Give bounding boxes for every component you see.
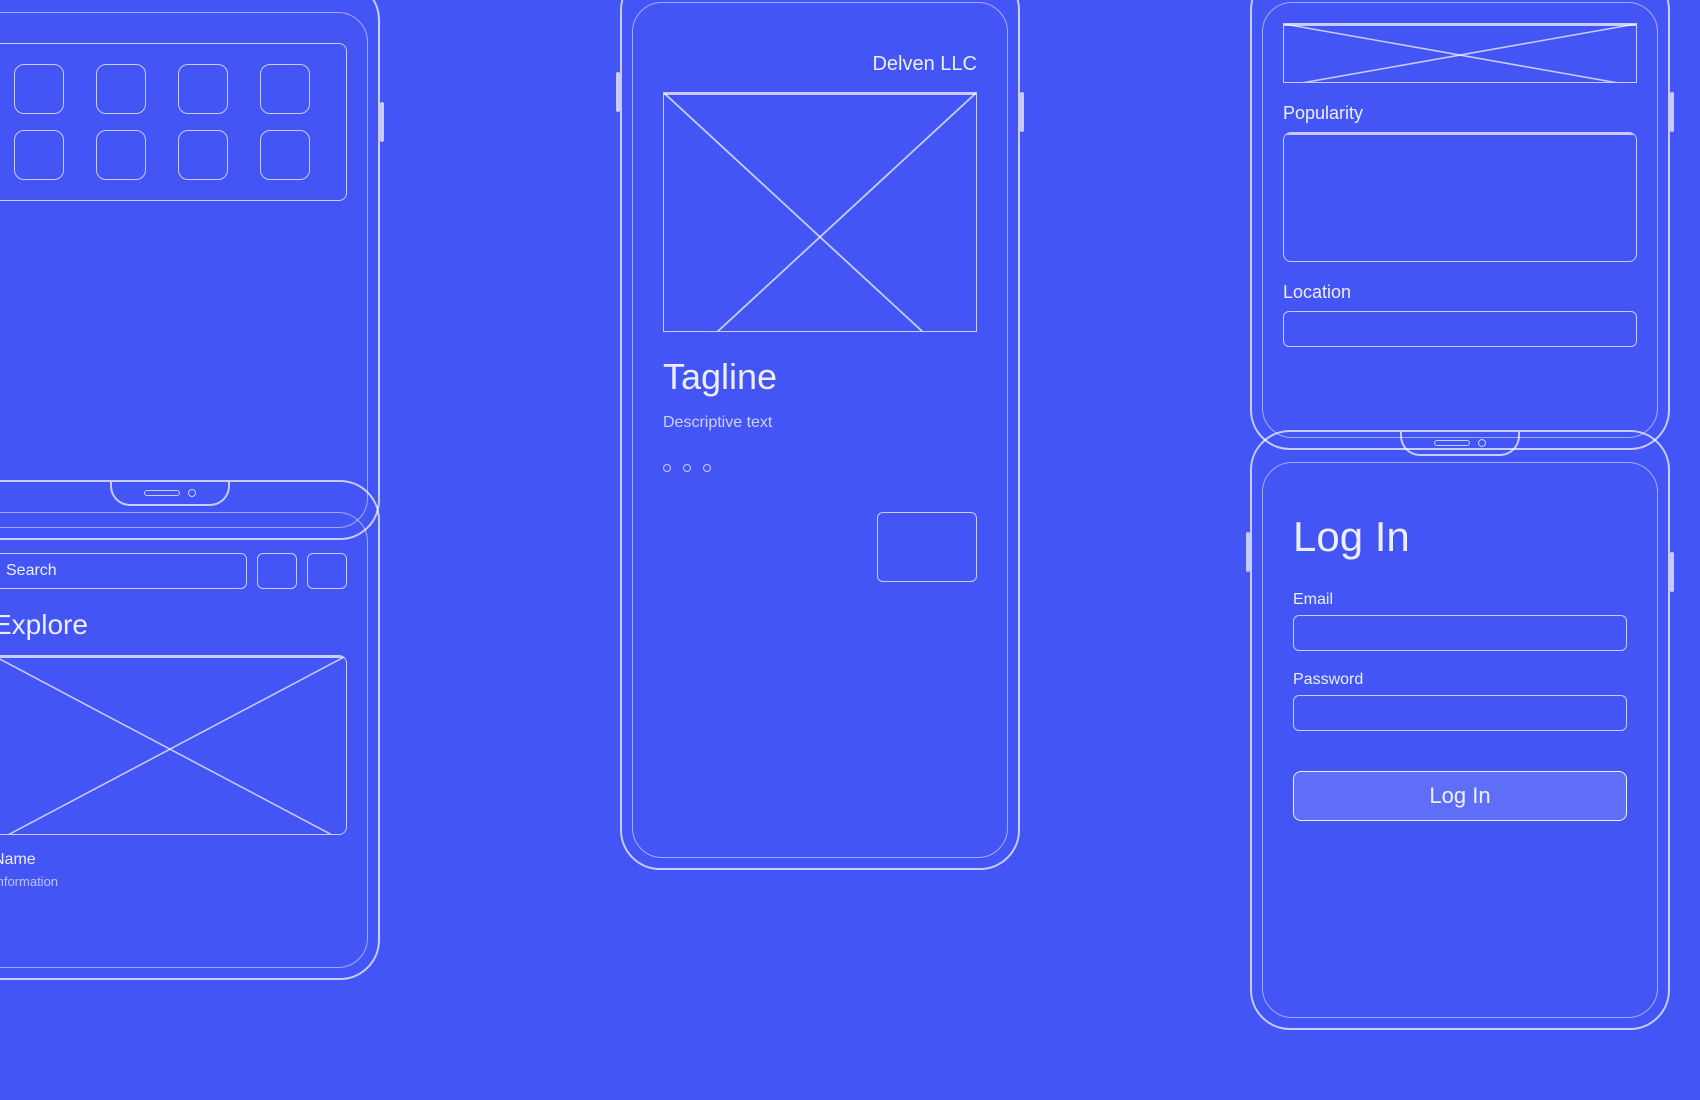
screen-bottomright: Log In Email Password Log In (1262, 462, 1658, 1018)
login-button-label: Log In (1429, 783, 1490, 809)
explore-image-box (0, 655, 347, 835)
phone-notch-bottomleft (110, 482, 230, 506)
filter-button-2[interactable] (307, 553, 347, 589)
item-info-label: Information (0, 874, 58, 889)
search-placeholder: Search (6, 562, 57, 580)
descriptive-text: Descriptive text (663, 414, 772, 431)
side-button-topright (1670, 92, 1674, 132)
search-input[interactable]: Search (0, 553, 247, 589)
email-input[interactable] (1293, 615, 1627, 651)
password-input[interactable] (1293, 695, 1627, 731)
screen-topleft (0, 12, 368, 528)
side-button-right (380, 102, 384, 142)
speaker-bottomright (1434, 440, 1470, 446)
top-bar-box (1283, 23, 1637, 83)
popularity-label: Popularity (1283, 103, 1363, 123)
app-icon[interactable] (14, 130, 64, 180)
app-icon[interactable] (96, 64, 146, 114)
login-title: Log In (1293, 513, 1410, 560)
screen-center: Delven LLC Tagline Descriptive text (632, 2, 1008, 858)
camera-bottomleft (188, 489, 196, 497)
top-bar-x (1284, 24, 1636, 83)
app-icon[interactable] (178, 64, 228, 114)
explore-label: Explore (0, 609, 88, 640)
speaker-bottomleft (144, 490, 180, 496)
login-button[interactable]: Log In (1293, 771, 1627, 821)
side-button-bottomright-right (1670, 552, 1674, 592)
hero-image-box (663, 92, 977, 332)
company-name: Delven LLC (872, 53, 977, 75)
side-button-center-right (1020, 92, 1024, 132)
app-icon[interactable] (178, 130, 228, 180)
phone-notch-bottomright (1400, 432, 1520, 456)
screen-topright: Popularity Location (1262, 2, 1658, 438)
app-icon[interactable] (96, 130, 146, 180)
location-label: Location (1283, 282, 1351, 302)
cta-button[interactable] (877, 512, 977, 582)
dot-3 (703, 464, 711, 472)
phone-bottomright: Log In Email Password Log In (1250, 430, 1670, 1030)
phone-topleft (0, 0, 380, 540)
dot-2 (683, 464, 691, 472)
screen-bottomleft: Search Explore Name (0, 512, 368, 968)
app-icon[interactable] (260, 130, 310, 180)
camera-bottomright (1478, 439, 1486, 447)
location-input[interactable] (1283, 311, 1637, 347)
password-label: Password (1293, 671, 1363, 688)
item-name-label: Name (0, 851, 36, 868)
hero-image-x (664, 93, 976, 332)
app-icon-grid (0, 43, 347, 201)
email-label: Email (1293, 591, 1333, 608)
side-button-center-left (616, 72, 620, 112)
popularity-box (1283, 132, 1637, 262)
app-icon[interactable] (260, 64, 310, 114)
dot-1 (663, 464, 671, 472)
side-button-bottomright-left (1246, 532, 1250, 572)
phone-topright: Popularity Location (1250, 0, 1670, 450)
filter-button-1[interactable] (257, 553, 297, 589)
phone-bottomleft: Search Explore Name (0, 480, 380, 980)
app-icon[interactable] (14, 64, 64, 114)
explore-image-x (0, 656, 346, 835)
carousel-dots (663, 464, 977, 472)
phone-center: Delven LLC Tagline Descriptive text (620, 0, 1020, 870)
tagline-text: Tagline (663, 356, 777, 397)
